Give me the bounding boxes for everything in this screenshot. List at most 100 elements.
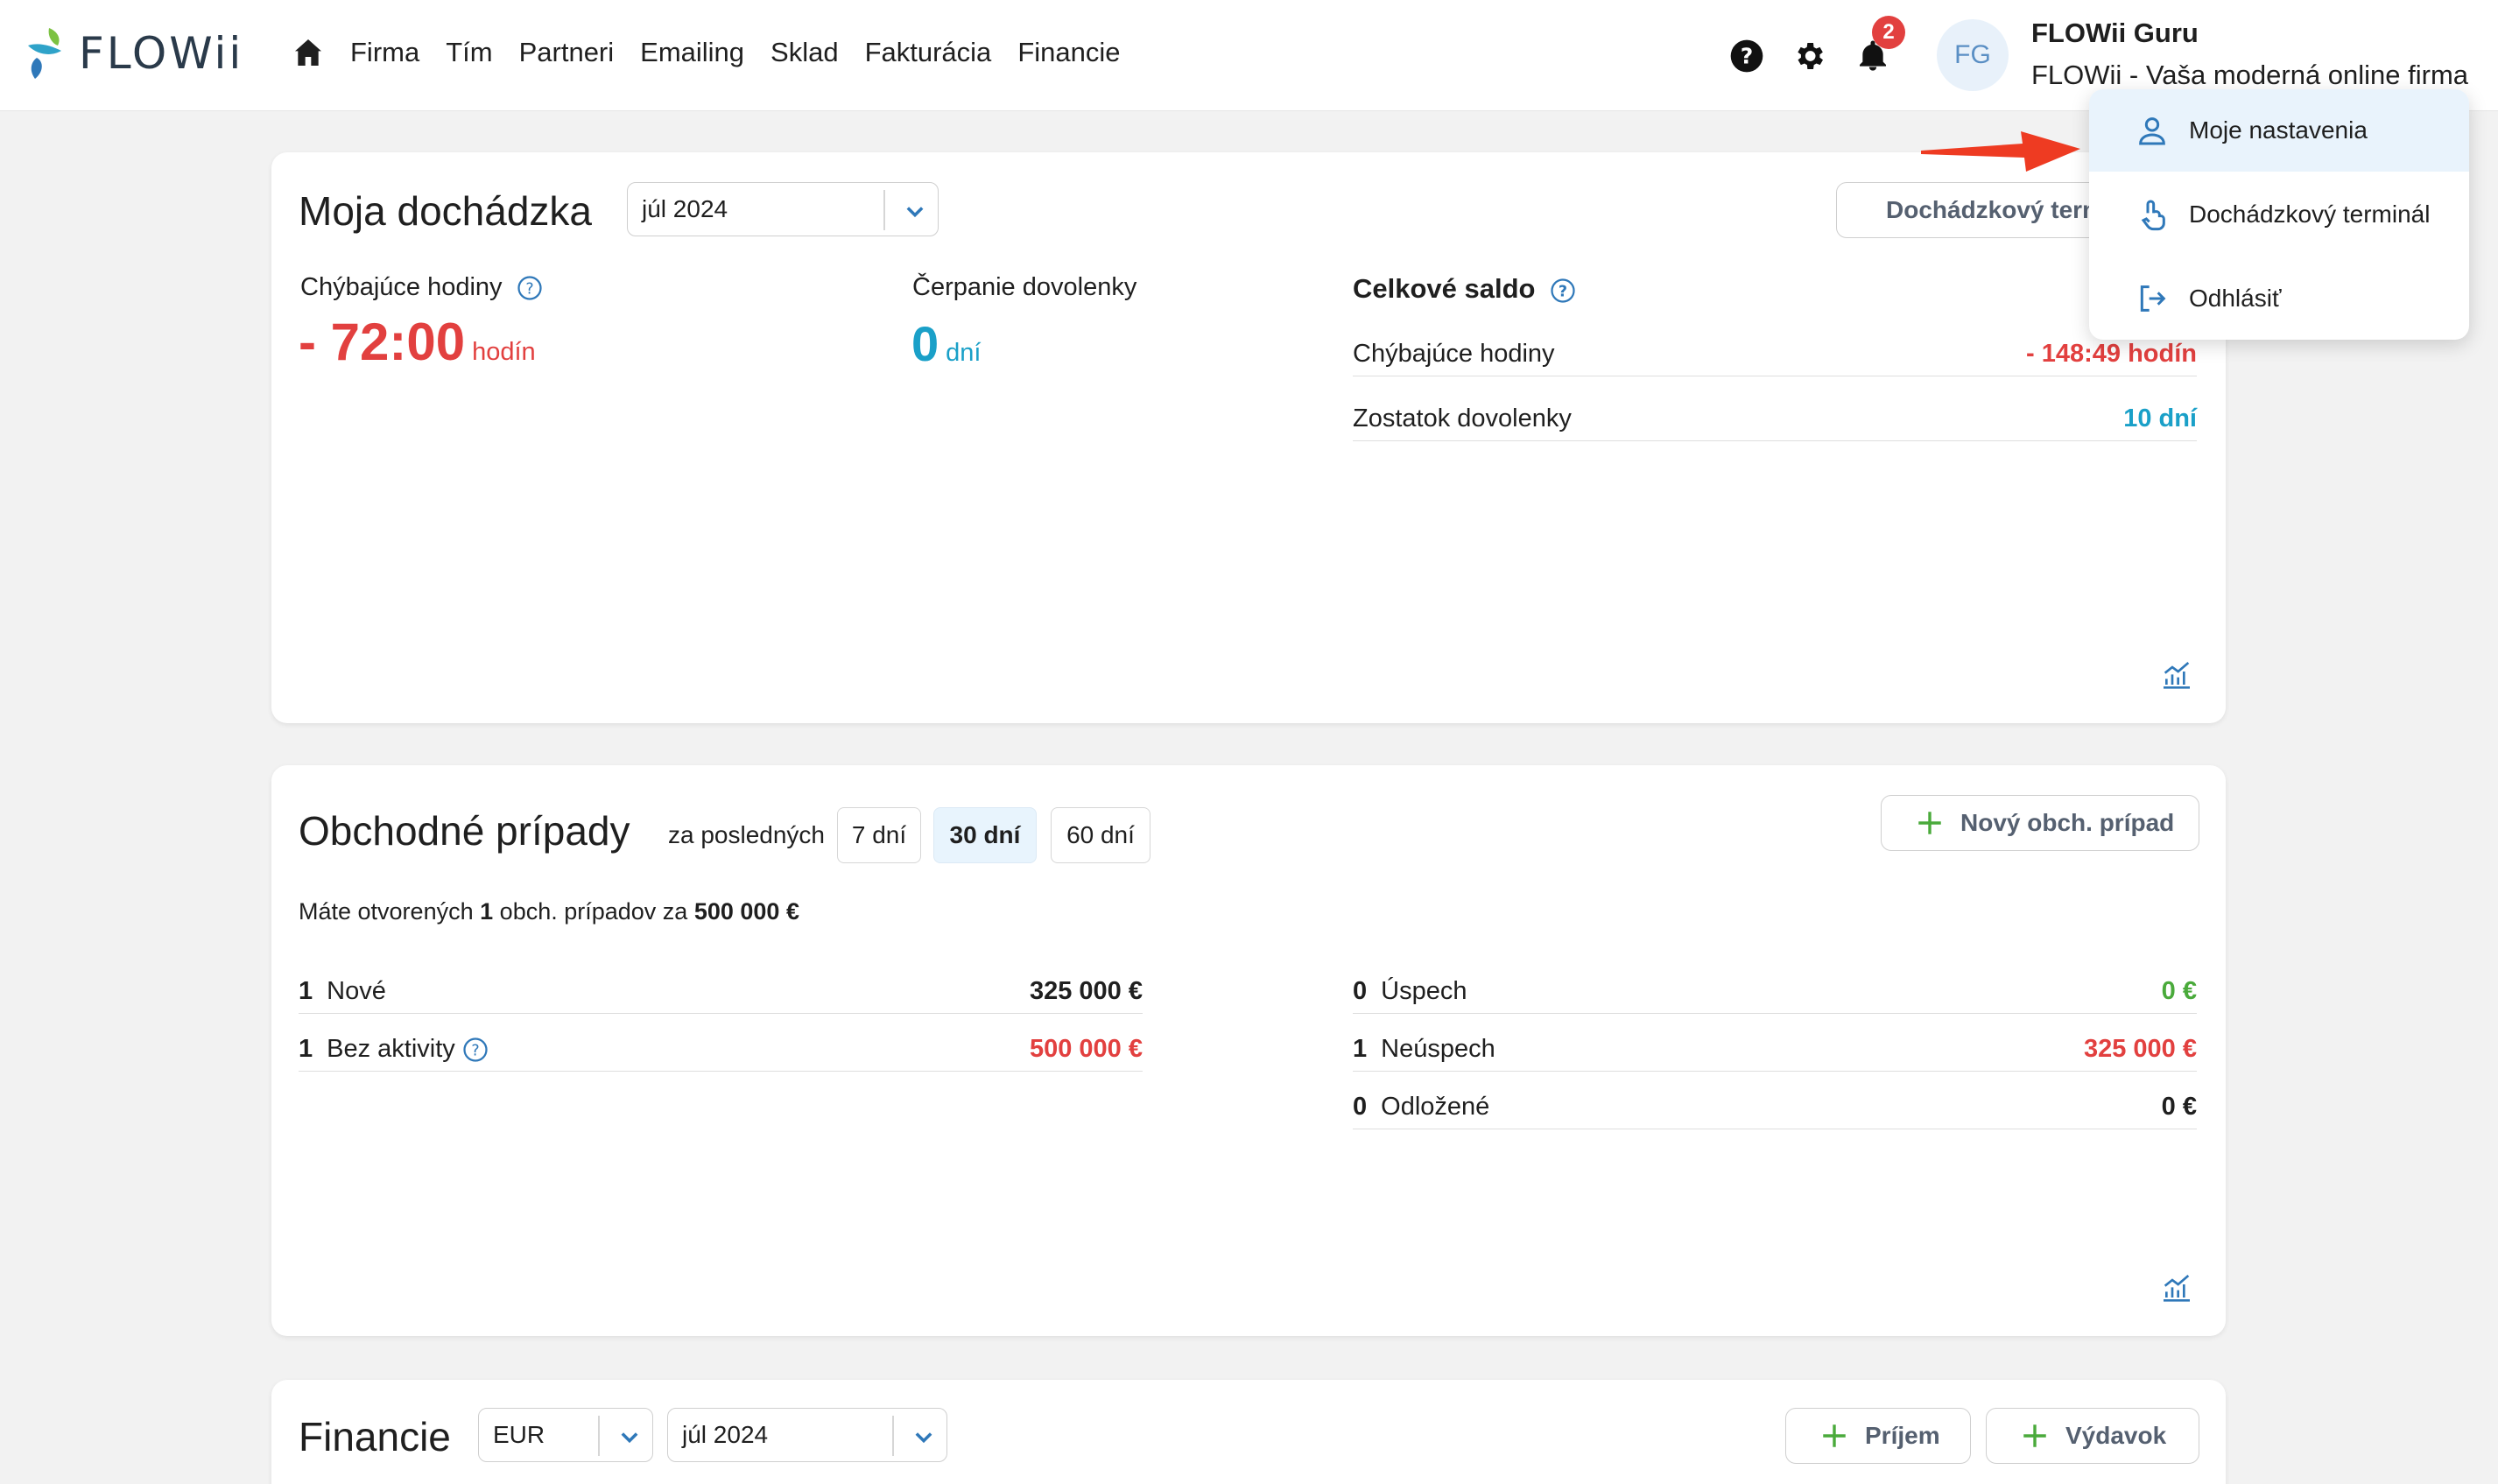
nav-firma[interactable]: Firma [350, 37, 419, 68]
new-deal-button[interactable]: Nový obch. prípad [1881, 795, 2199, 851]
finance-month-value: júl 2024 [682, 1421, 769, 1448]
gear-icon[interactable] [1791, 39, 1826, 74]
chart-stats-icon[interactable] [2159, 658, 2194, 693]
deal-count: 1 [1353, 1035, 1368, 1063]
expense-label: Výdavok [2065, 1422, 2167, 1449]
svg-text:?: ? [525, 281, 533, 299]
balance-title-wrap: Celkové saldo ? [1353, 273, 1576, 305]
svg-text:?: ? [1741, 43, 1754, 68]
vacation-unit: dní [946, 339, 982, 367]
vacation-number: 0 [911, 316, 939, 371]
deal-row-postponed[interactable]: 0 Odložené 0 € [1353, 1087, 2197, 1129]
new-deal-label: Nový obch. prípad [1960, 809, 2175, 836]
deals-summary: Máte otvorených 1 obch. prípadov za 500 … [299, 898, 799, 925]
deal-row-inactive[interactable]: 1 Bez aktivity? 500 000 € [299, 1030, 1143, 1072]
missing-hours-number: - 72:00 [299, 313, 466, 371]
select-divider [892, 1416, 894, 1456]
chevron-down-icon[interactable] [911, 1424, 936, 1449]
question-icon[interactable]: ? [462, 1037, 489, 1063]
deal-count: 0 [1353, 1093, 1368, 1121]
logo-text: FLOWii [79, 28, 244, 79]
chevron-down-icon[interactable] [617, 1424, 642, 1449]
vacation-value: 0 dní [911, 315, 981, 372]
svg-text:?: ? [1559, 283, 1567, 300]
nav-emailing[interactable]: Emailing [640, 37, 744, 68]
deals-card: Obchodné prípady za posledných 7 dní 30 … [271, 765, 2226, 1336]
balance-row-label: Zostatok dovolenky [1353, 404, 1572, 433]
svg-text:?: ? [471, 1043, 479, 1060]
missing-hours-value: - 72:00 hodín [299, 312, 536, 372]
finance-title: Financie [299, 1414, 451, 1459]
deal-status: Neúspech [1381, 1035, 1495, 1063]
deal-row-label: 1 Bez aktivity? [299, 1035, 489, 1064]
balance-row-label: Chýbajúce hodiny [1353, 340, 1555, 368]
menu-my-settings[interactable]: Moje nastavenia [2089, 89, 2469, 172]
menu-logout[interactable]: Odhlásiť [2089, 257, 2469, 340]
income-button[interactable]: Príjem [1785, 1408, 1971, 1464]
deal-row-new[interactable]: 1 Nové 325 000 € [299, 972, 1143, 1014]
missing-hours-label: Chýbajúce hodiny ? [300, 273, 543, 302]
avatar[interactable]: FG [1937, 19, 2009, 91]
nav-fakturacia[interactable]: Fakturácia [865, 37, 992, 68]
deal-row-label: 0 Odložené [1353, 1093, 1489, 1122]
period-30-button[interactable]: 30 dní [933, 807, 1037, 863]
nav-financie[interactable]: Financie [1017, 37, 1120, 68]
deal-count: 0 [1353, 977, 1368, 1005]
nav-tim[interactable]: Tím [446, 37, 492, 68]
user-icon [2139, 117, 2165, 145]
plus-icon [1823, 1424, 1846, 1447]
deals-title: Obchodné prípady [299, 808, 630, 854]
period-60-button[interactable]: 60 dní [1051, 807, 1150, 863]
deal-status: Nové [327, 977, 386, 1005]
deal-row-label: 1 Nové [299, 977, 386, 1006]
deal-row-label: 1 Neúspech [1353, 1035, 1495, 1064]
deal-amount: 0 € [2161, 1093, 2197, 1121]
attendance-title: Moja dochádzka [299, 188, 592, 234]
question-icon[interactable]: ? [1550, 278, 1576, 304]
deal-amount: 325 000 € [2083, 1035, 2197, 1063]
summary-amount: 500 000 € [693, 898, 799, 925]
missing-hours-unit: hodín [472, 338, 536, 366]
home-icon[interactable] [291, 35, 326, 70]
balance-row-value: 10 dní [2123, 404, 2197, 433]
menu-label: Moje nastavenia [2189, 116, 2368, 144]
select-divider [883, 190, 885, 230]
user-dropdown-menu: Moje nastavenia Dochádzkový terminál Odh… [2089, 89, 2469, 340]
vacation-label: Čerpanie dovolenky [912, 273, 1137, 301]
period-label: za posledných [668, 821, 826, 848]
expense-button[interactable]: Výdavok [1986, 1408, 2199, 1464]
menu-label: Odhlásiť [2189, 285, 2282, 312]
annotation-arrow-icon [1921, 131, 2080, 172]
logout-icon [2140, 285, 2166, 312]
company-name[interactable]: FLOWii - Vaša moderná online firma [2031, 60, 2468, 91]
attendance-month-select[interactable]: júl 2024 [627, 182, 939, 236]
chart-stats-icon[interactable] [2159, 1271, 2194, 1306]
finance-month-select[interactable]: júl 2024 [667, 1408, 947, 1462]
deal-row-failure[interactable]: 1 Neúspech 325 000 € [1353, 1030, 2197, 1072]
touch-icon [2141, 200, 2165, 231]
deal-status: Úspech [1381, 977, 1467, 1005]
period-7-button[interactable]: 7 dní [837, 807, 921, 863]
nav-sklad[interactable]: Sklad [771, 37, 839, 68]
user-name[interactable]: FLOWii Guru [2031, 18, 2199, 49]
main-nav: Firma Tím Partneri Emailing Sklad Faktur… [291, 35, 1147, 70]
select-divider [598, 1416, 600, 1456]
help-icon[interactable]: ? [1729, 39, 1764, 74]
balance-row-missing: Chýbajúce hodiny - 148:49 hodín [1353, 334, 2197, 376]
menu-attendance-terminal[interactable]: Dochádzkový terminál [2089, 173, 2469, 256]
summary-prefix: Máte otvorených [299, 898, 474, 925]
plus-icon [2023, 1424, 2046, 1447]
deal-amount: 500 000 € [1029, 1035, 1143, 1063]
logo[interactable]: FLOWii [26, 26, 243, 81]
deal-count: 1 [299, 977, 313, 1005]
attendance-terminal-button[interactable]: Dochádzkový terminál [1836, 182, 2125, 238]
nav-partneri[interactable]: Partneri [519, 37, 615, 68]
deal-amount: 0 € [2161, 977, 2197, 1005]
deal-amount: 325 000 € [1029, 977, 1143, 1005]
summary-count: 1 [480, 898, 494, 925]
deal-status: Odložené [1381, 1093, 1490, 1121]
chevron-down-icon[interactable] [903, 199, 927, 223]
question-icon[interactable]: ? [517, 275, 543, 301]
currency-select[interactable]: EUR [478, 1408, 653, 1462]
deal-row-success[interactable]: 0 Úspech 0 € [1353, 972, 2197, 1014]
